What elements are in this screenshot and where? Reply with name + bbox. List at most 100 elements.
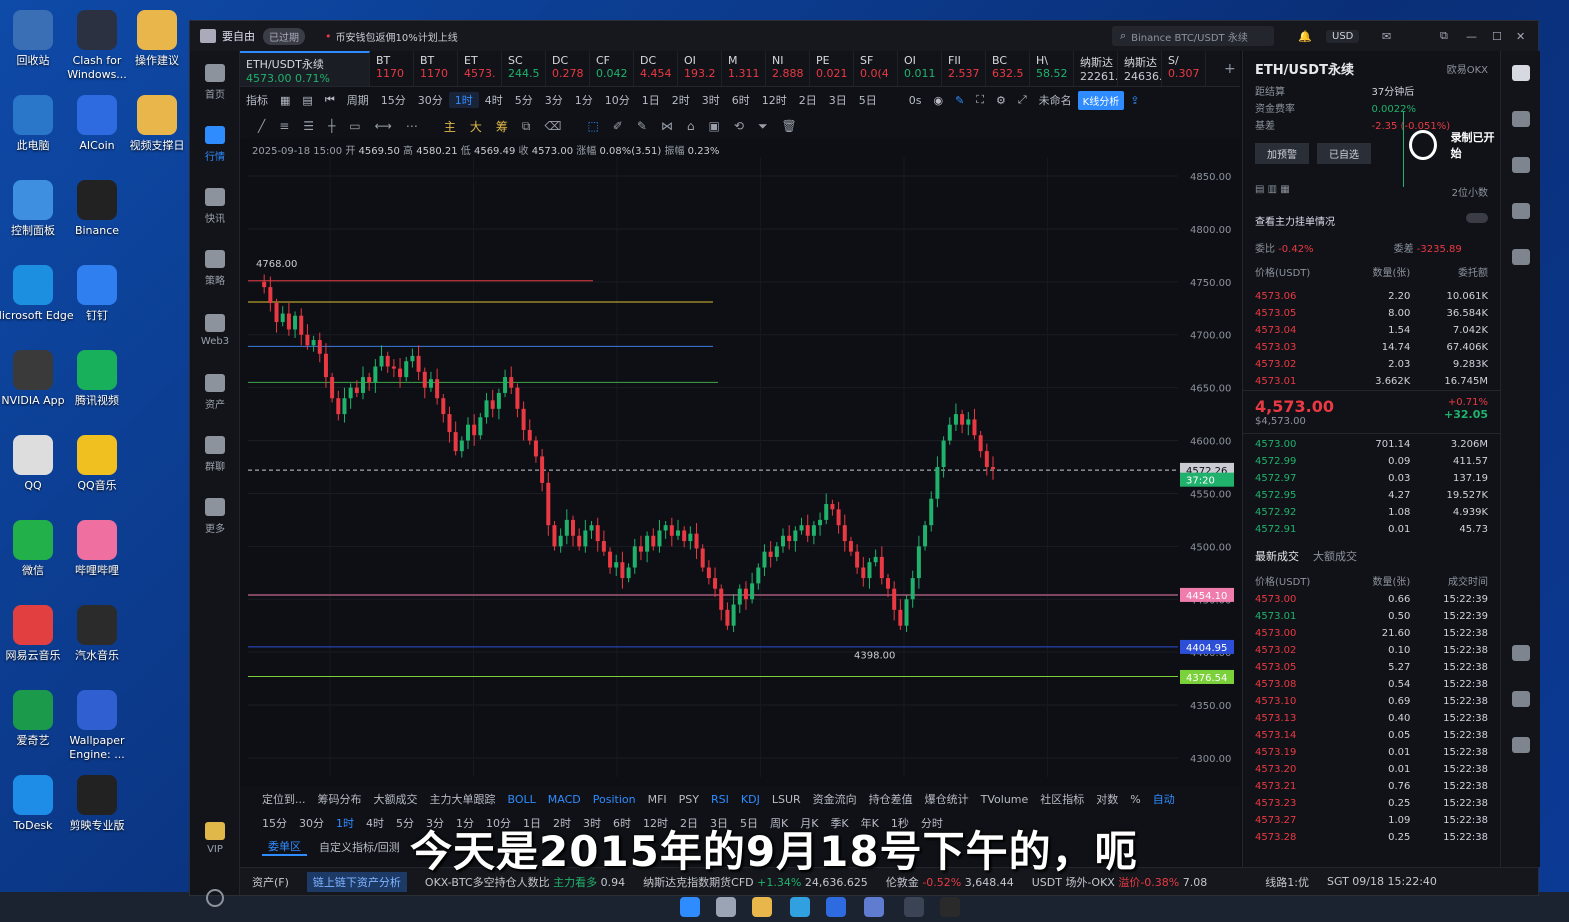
desktop-icon[interactable]: Binance [52,180,142,238]
desktop-icon[interactable]: Wallpaper Engine: ... [52,690,142,762]
sidebar-vip[interactable]: VIP [190,807,240,869]
symbol-tab[interactable]: OI 0.011 [898,51,942,86]
desktop-icon[interactable]: 剪映专业版 [52,775,142,833]
indicator-option[interactable]: Position [593,793,636,806]
period-dropdown[interactable]: 周期 [341,92,375,108]
symbol-tab[interactable]: BT 1170 [370,51,414,86]
timeframe-button[interactable]: 5日 [853,92,883,108]
orderbook-row[interactable]: 4573.01 3.662K 16.745M [1243,373,1500,390]
timeframe-button[interactable]: 1时 [448,92,479,108]
layout-name-dropdown[interactable]: 未命名 [1033,92,1078,108]
edge-icon[interactable] [790,897,810,917]
desktop-icon[interactable]: 钉钉 [52,265,142,323]
sub-timeframe-option[interactable]: 15分 [262,815,287,831]
panel-exchange[interactable]: 欧易OKX [1447,61,1488,76]
main-force-button[interactable]: 主 [444,118,456,135]
indicator-option[interactable]: KDJ [741,793,760,806]
crop-icon[interactable]: ⛶ [970,93,990,107]
panel-symbol[interactable]: ETH/USDT永续 [1255,59,1354,78]
settings-icon[interactable]: ⚙ [990,94,1012,107]
parallel-tool-icon[interactable]: ☰ [303,119,314,133]
indicator-option[interactable]: 自动 [1153,791,1175,807]
start-icon[interactable] [680,897,700,917]
orderbook-row[interactable]: 4573.06 2.20 10.061K [1243,288,1500,305]
select-icon[interactable]: ⬚ [587,119,598,133]
symbol-tab[interactable]: ET 4573. [458,51,502,86]
symbol-tab[interactable]: DC 0.278 [546,51,590,86]
orderbook-row[interactable]: 4572.91 0.01 45.73 [1243,521,1500,538]
close-button[interactable]: ✕ [1516,30,1525,43]
sidebar-item[interactable]: 更多 [190,485,240,547]
tab-order-area[interactable]: 委单区 [262,838,307,856]
search-input[interactable]: Binance BTC/USDT 永续 [1131,29,1248,44]
popout-icon[interactable]: ⧉ [1440,29,1448,43]
indicator-option[interactable]: LSUR [772,793,801,806]
timeframe-button[interactable]: 2时 [666,92,696,108]
sidebar-item[interactable]: Web3 [190,299,240,361]
desktop-icon[interactable]: 汽水音乐 [52,605,142,663]
chart-icon[interactable] [1511,157,1530,173]
indicator-option[interactable]: 持仓差值 [869,791,913,807]
symbol-tab[interactable]: ETH/USDT永续 4573.00 0.71% [240,51,370,86]
orderbook-view-icons[interactable]: ▤ ▥ ▦ [1255,184,1290,199]
col-total[interactable]: 委托额 [1410,265,1488,282]
symbol-tab[interactable]: M 1.311 [722,51,766,86]
timeframe-button[interactable]: 1日 [636,92,666,108]
indicator-option[interactable]: 定位到... [262,791,306,807]
filter-icon[interactable]: ⏷ [758,119,768,134]
timeframe-button[interactable]: 5分 [509,92,539,108]
orderbook-row[interactable]: 4572.97 0.03 137.19 [1243,470,1500,487]
headset-icon[interactable] [1511,691,1530,707]
camera-icon[interactable]: ◉ [927,94,949,107]
timeframe-button[interactable]: 6时 [726,92,756,108]
multiline-tool-icon[interactable]: ≡ [279,119,289,133]
indicator-option[interactable]: 筹码分布 [318,791,362,807]
tab-custom-indicator[interactable]: 自定义指标/回测 [319,839,400,855]
indicator-option[interactable]: % [1130,793,1140,806]
indicator-option[interactable]: MFI [648,793,667,806]
fullscreen-icon[interactable]: ⤢ [1012,93,1033,107]
copy-icon[interactable]: ⧉ [522,119,531,134]
more-tools-icon[interactable]: ⋯ [406,119,418,133]
minimize-button[interactable]: — [1466,30,1477,43]
symbol-tab[interactable]: S/0.307 [1162,51,1206,86]
indicator-option[interactable]: 主力大单跟踪 [430,791,496,807]
os-label[interactable]: 0s [903,94,928,107]
layout-icon[interactable]: ▤ [296,94,318,107]
desktop-icon[interactable]: QQ音乐 [52,435,142,493]
eraser-icon[interactable]: ⌫ [544,119,561,133]
bell-icon[interactable]: 🔔 [1298,30,1312,43]
main-orders-toggle-label[interactable]: 查看主力挂单情况 [1255,213,1335,228]
large-order-button[interactable]: 大 [470,118,482,135]
pattern-icon[interactable]: ⋈ [661,119,673,133]
symbol-tab[interactable]: H\ 58.52 [1030,51,1074,86]
candlestick-chart[interactable]: 4850.00 4800.00 4750.00 4700.00 4650.00 4600.… [248,137,1240,797]
username[interactable]: 要自由 [222,28,255,44]
symbol-tab[interactable]: BC 632.5 [986,51,1030,86]
orderbook-row[interactable]: 4572.99 0.09 411.57 [1243,453,1500,470]
search-box[interactable]: ⌕ Binance BTC/USDT 永续 [1112,26,1274,46]
settings-icon[interactable] [206,889,224,907]
timeframe-button[interactable]: 4时 [479,92,509,108]
network-line-status[interactable]: 线路1:优 [1265,874,1309,890]
timeframe-button[interactable]: 10分 [599,92,636,108]
maximize-button[interactable]: ☐ [1492,30,1502,43]
indicator-option[interactable]: 爆仓统计 [925,791,969,807]
assets-label[interactable]: 资产(F) [252,874,289,890]
desktop-icon[interactable]: 哔哩哔哩 [52,520,142,578]
add-alert-button[interactable]: 加预警 [1255,143,1309,164]
trendline-tool-icon[interactable]: ╱ [258,119,265,133]
col-qty[interactable]: 数量(张) [1333,265,1411,282]
rect-tool-icon[interactable]: ▭ [349,119,360,133]
timeframe-button[interactable]: 1分 [569,92,599,108]
mail-icon[interactable]: ✉ [1382,30,1391,43]
share-icon[interactable]: ⇪ [1124,94,1145,107]
orderbook-row[interactable]: 4572.95 4.27 19.527K [1243,487,1500,504]
onchain-analysis-button[interactable]: 链上链下资产分析 [306,871,407,892]
sub-timeframe-option[interactable]: 30分 [299,815,324,831]
symbol-tab[interactable]: SF 0.0(4 [854,51,898,86]
aicoin-taskbar-icon[interactable] [864,897,884,917]
kline-analysis-button[interactable]: K线分析 [1077,90,1125,110]
indicator-option[interactable]: 社区指标 [1040,791,1084,807]
calculator-icon[interactable] [1511,111,1530,127]
